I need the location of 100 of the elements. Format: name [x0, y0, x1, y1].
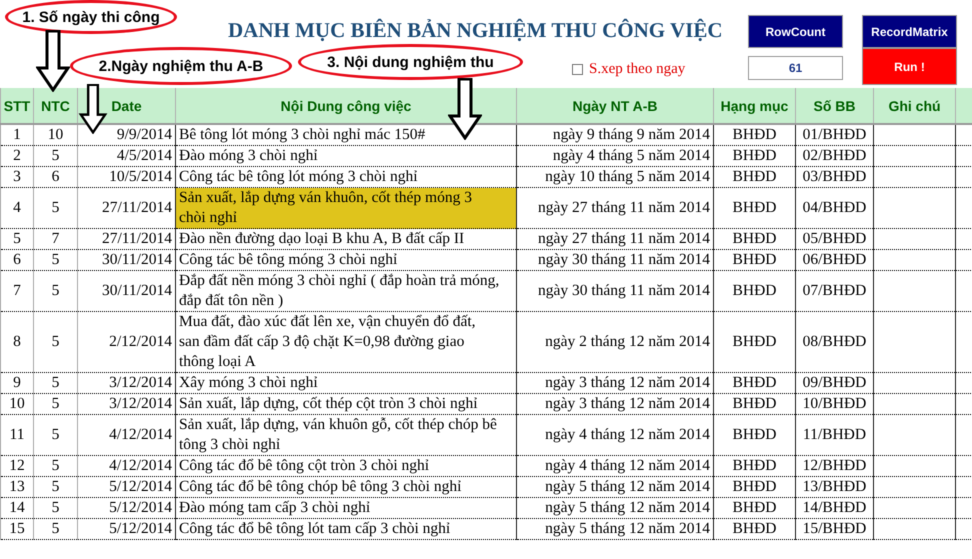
- table-cell: BHĐD: [714, 498, 796, 518]
- macro-button[interactable]: RowCount: [748, 15, 843, 48]
- table-cell: Mua đất, đào xúc đất lên xe, vận chuyển đổ đất, san đầm đất cấp 3 độ chặt K=0,98 đường giao thông loại A: [176, 312, 516, 372]
- table-cell: 5: [34, 414, 78, 456]
- table-cell: 08/BHĐD: [796, 312, 874, 372]
- table-cell: 12: [0, 456, 34, 476]
- table-cell: BHĐD: [714, 394, 796, 414]
- table-cell: ngày 27 tháng 11 năm 2014: [516, 188, 714, 228]
- table-cell: 5: [34, 394, 78, 414]
- table-cell: 10: [34, 124, 78, 146]
- table-cell: BHĐD: [714, 414, 796, 456]
- table-cell: Công tác đổ bê tông lót tam cấp 3 chòi nghỉ: [176, 518, 516, 540]
- table-cell: 8: [0, 312, 34, 372]
- table-cell: 5: [34, 498, 78, 518]
- column-header: STT: [0, 88, 34, 124]
- table-cell: ngày 3 tháng 12 năm 2014: [516, 372, 714, 394]
- down-arrow: [36, 30, 70, 92]
- table-cell: Xây móng 3 chòi nghỉ: [176, 372, 516, 394]
- row-count-field[interactable]: 61: [748, 56, 843, 80]
- column-header: NTC: [34, 88, 78, 124]
- table-cell: BHĐD: [714, 312, 796, 372]
- table-cell: 10/5/2014: [78, 166, 176, 188]
- table-cell: Đào móng 3 chòi nghỉ: [176, 146, 516, 166]
- table-cell: 5: [34, 456, 78, 476]
- table-cell: 4/12/2014: [78, 456, 176, 476]
- table-cell: 02/BHĐD: [796, 146, 874, 166]
- column-header: Ghi chú: [874, 88, 956, 124]
- table-cell: BHĐD: [714, 166, 796, 188]
- table-cell: Sản xuất, lắp dựng, ván khuôn gỗ, cốt thép chóp bê tông 3 chòi nghỉ: [176, 414, 516, 456]
- table-cell: ngày 30 tháng 11 năm 2014: [516, 270, 714, 312]
- table-cell: 3/12/2014: [78, 394, 176, 414]
- table-cell: 4/5/2014: [78, 146, 176, 166]
- table-cell: ngày 3 tháng 12 năm 2014: [516, 394, 714, 414]
- table-cell: 2: [0, 146, 34, 166]
- table-cell: 5: [34, 146, 78, 166]
- table-cell: BHĐD: [714, 456, 796, 476]
- table-cell: 5: [34, 250, 78, 270]
- table-cell: 5: [34, 312, 78, 372]
- down-arrow: [448, 78, 482, 140]
- table-cell: 15: [0, 518, 34, 540]
- column-header: Số BB: [796, 88, 874, 124]
- table-cell: 10: [0, 394, 34, 414]
- table-cell: 5: [34, 476, 78, 498]
- table-cell: 5: [34, 270, 78, 312]
- table-cell: 5: [34, 518, 78, 540]
- table-cell: 14: [0, 498, 34, 518]
- sort-checkbox[interactable]: [572, 64, 583, 75]
- table-cell: ngày 9 tháng 9 năm 2014: [516, 124, 714, 146]
- table-cell: 4: [0, 188, 34, 228]
- table-cell: 5/12/2014: [78, 518, 176, 540]
- column-header: Ngày NT A-B: [516, 88, 714, 124]
- table-cell: 13/BHĐD: [796, 476, 874, 498]
- table-cell: 6: [0, 250, 34, 270]
- table-cell: ngày 4 tháng 5 năm 2014: [516, 146, 714, 166]
- table-cell: 04/BHĐD: [796, 188, 874, 228]
- table-cell: Đào nền đường dạo loại B khu A, B đất cấp II: [176, 228, 516, 250]
- table-cell: BHĐD: [714, 476, 796, 498]
- table-cell: 05/BHĐD: [796, 228, 874, 250]
- run-button[interactable]: Run !: [862, 48, 957, 85]
- callout-label: 2.Ngày nghiệm thu A-B: [70, 47, 292, 85]
- table-cell: 5: [34, 372, 78, 394]
- down-arrow: [76, 84, 110, 134]
- table-cell: 5: [0, 228, 34, 250]
- table-cell: BHĐD: [714, 228, 796, 250]
- table-cell: 03/BHĐD: [796, 166, 874, 188]
- table-cell: BHĐD: [714, 146, 796, 166]
- table-cell: 01/BHĐD: [796, 124, 874, 146]
- table-cell: ngày 5 tháng 12 năm 2014: [516, 518, 714, 540]
- table-cell: BHĐD: [714, 188, 796, 228]
- table-cell: ngày 4 tháng 12 năm 2014: [516, 414, 714, 456]
- table-cell: 10/BHĐD: [796, 394, 874, 414]
- table-cell: ngày 10 tháng 5 năm 2014: [516, 166, 714, 188]
- table-cell: 11: [0, 414, 34, 456]
- table-cell: 06/BHĐD: [796, 250, 874, 270]
- table-cell: 7: [0, 270, 34, 312]
- table-cell: 5/12/2014: [78, 498, 176, 518]
- table-cell: 27/11/2014: [78, 228, 176, 250]
- table-cell: ngày 27 tháng 11 năm 2014: [516, 228, 714, 250]
- macro-button[interactable]: RecordMatrix: [862, 15, 957, 48]
- table-cell: BHĐD: [714, 372, 796, 394]
- table-cell: 6: [34, 166, 78, 188]
- table-cell: 2/12/2014: [78, 312, 176, 372]
- table-cell: BHĐD: [714, 250, 796, 270]
- table-cell: 09/BHĐD: [796, 372, 874, 394]
- table-cell: ngày 30 tháng 11 năm 2014: [516, 250, 714, 270]
- table-cell: BHĐD: [714, 270, 796, 312]
- checkbox-label: S.xep theo ngay: [589, 61, 686, 78]
- sheet-title: DANH MỤC BIÊN BẢN NGHIỆM THU CÔNG VIỆC: [228, 18, 723, 43]
- table-cell: 5/12/2014: [78, 476, 176, 498]
- table-cell: 13: [0, 476, 34, 498]
- table-cell: Công tác đổ bê tông cột tròn 3 chòi nghỉ: [176, 456, 516, 476]
- table-cell: Công tác bê tông móng 3 chòi nghỉ: [176, 250, 516, 270]
- table-cell: ngày 5 tháng 12 năm 2014: [516, 498, 714, 518]
- table-cell: ngày 5 tháng 12 năm 2014: [516, 476, 714, 498]
- table-cell: 1: [0, 124, 34, 146]
- table-cell: Sản xuất, lắp dựng ván khuôn, cốt thép móng 3 chòi nghỉ: [176, 188, 516, 228]
- table-cell: 3: [0, 166, 34, 188]
- table-cell: ngày 2 tháng 12 năm 2014: [516, 312, 714, 372]
- table-cell: 5: [34, 188, 78, 228]
- callout-label: 3. Nội dung nghiệm thu: [298, 44, 523, 80]
